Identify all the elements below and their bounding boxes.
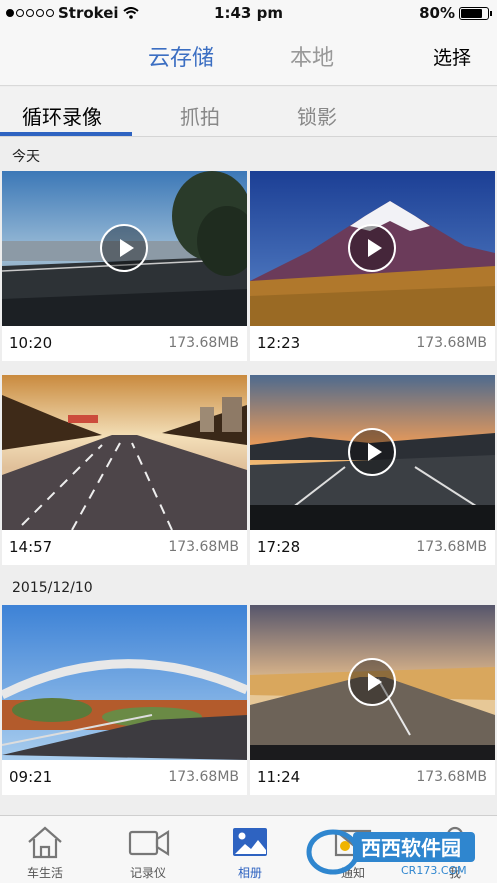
video-time: 11:24: [257, 768, 301, 786]
video-size: 173.68MB: [168, 335, 239, 351]
play-icon[interactable]: [348, 224, 396, 272]
video-size: 173.68MB: [416, 539, 487, 555]
tab-locked[interactable]: 锁影: [297, 101, 337, 130]
video-card[interactable]: 12:23 173.68MB: [250, 171, 495, 361]
play-icon[interactable]: [100, 224, 148, 272]
photo-album-icon: [233, 828, 267, 856]
status-bar: Strokei 1:43 pm 80%: [0, 0, 497, 26]
segment-local[interactable]: 本地: [290, 40, 334, 72]
video-card[interactable]: 11:24 173.68MB: [250, 605, 495, 795]
watermark-brand: 西西软件园: [361, 836, 461, 860]
home-icon: [28, 826, 62, 859]
video-time: 09:21: [9, 768, 53, 786]
video-time: 12:23: [257, 334, 301, 352]
video-size: 173.68MB: [168, 539, 239, 555]
video-size: 173.68MB: [416, 335, 487, 351]
play-icon[interactable]: [348, 658, 396, 706]
segment-cloud-storage[interactable]: 云存储: [148, 40, 214, 72]
video-thumbnail: [2, 605, 247, 760]
watermark-logo: 西西软件园 CR173.COM: [305, 826, 480, 878]
tabbar-label: 记录仪: [129, 866, 166, 880]
video-card[interactable]: 14:57 173.68MB: [2, 375, 247, 565]
video-thumbnail: [250, 375, 495, 530]
play-icon[interactable]: [348, 428, 396, 476]
video-size: 173.68MB: [416, 769, 487, 785]
tabbar-item-car-life[interactable]: 车生活: [0, 816, 90, 883]
active-tab-indicator: [0, 132, 132, 136]
nav-bar: 云存储 本地 选择: [0, 26, 497, 86]
video-camera-icon: [128, 829, 170, 857]
video-thumbnail: [250, 171, 495, 326]
tabbar-label: 车生活: [26, 866, 63, 880]
video-time: 14:57: [9, 538, 53, 556]
section-header-date: 2015/12/10: [12, 580, 93, 596]
tabbar-label: 相册: [237, 866, 262, 880]
video-card[interactable]: 17:28 173.68MB: [250, 375, 495, 565]
video-thumbnail: [2, 171, 247, 326]
video-size: 173.68MB: [168, 769, 239, 785]
select-button[interactable]: 选择: [433, 43, 471, 70]
video-card[interactable]: 10:20 173.68MB: [2, 171, 247, 361]
video-card[interactable]: 09:21 173.68MB: [2, 605, 247, 795]
battery-percent: 80%: [419, 4, 455, 22]
video-thumbnail: [2, 375, 247, 530]
video-time: 17:28: [257, 538, 301, 556]
watermark-domain: CR173.COM: [401, 864, 467, 877]
status-right: 80%: [419, 4, 492, 22]
video-thumbnail: [250, 605, 495, 760]
tab-loop-recording[interactable]: 循环录像: [22, 101, 102, 130]
category-tabs: 循环录像 抓拍 锁影: [0, 87, 497, 137]
battery-icon: [459, 6, 492, 20]
tab-snapshot[interactable]: 抓拍: [180, 101, 220, 130]
tabbar-item-recorder[interactable]: 记录仪: [103, 816, 193, 883]
video-time: 10:20: [9, 334, 53, 352]
tabbar-item-album[interactable]: 相册: [205, 816, 295, 883]
section-header-today: 今天: [12, 149, 40, 165]
